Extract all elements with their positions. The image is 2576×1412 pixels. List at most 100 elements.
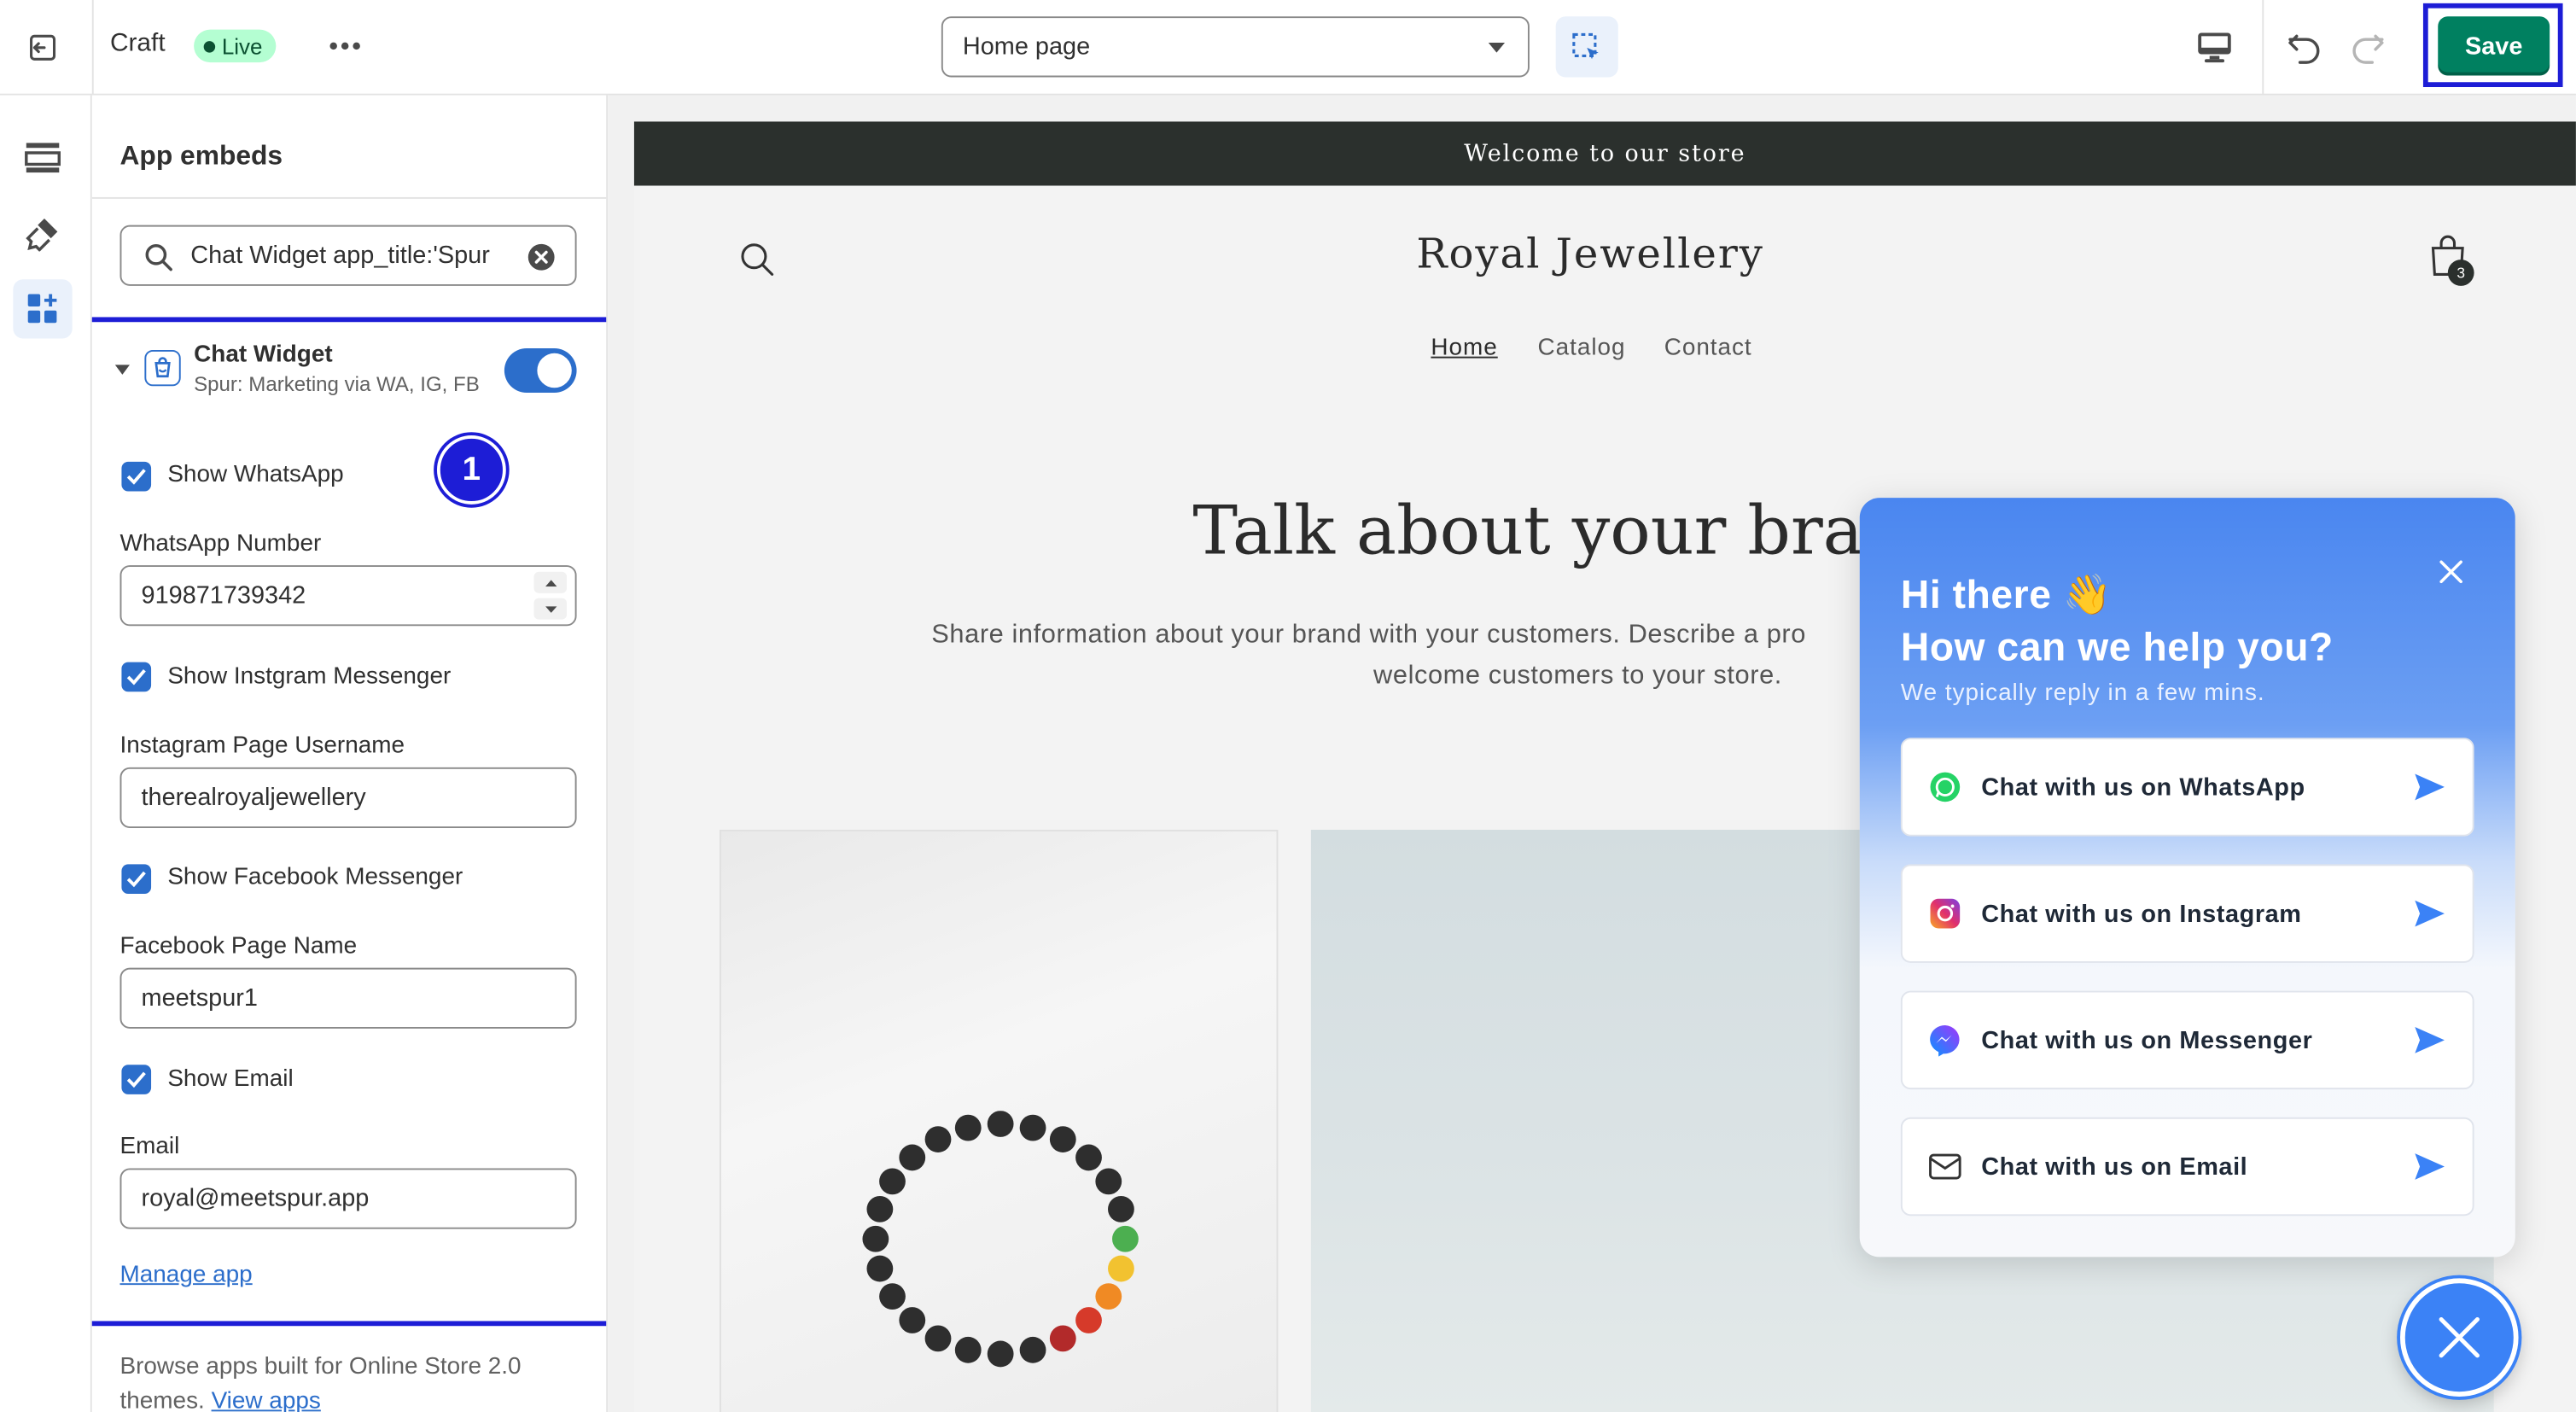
instagram-username-input[interactable]: therealroyaljewellery <box>119 767 577 829</box>
page-select-value: Home page <box>962 32 1091 61</box>
sections-icon[interactable] <box>13 128 72 187</box>
status-dot-icon <box>203 40 216 52</box>
desktop-preview-icon[interactable] <box>2192 26 2238 69</box>
show-instagram-checkbox[interactable] <box>121 662 152 692</box>
search-input[interactable]: Chat Widget app_title:'Spur <box>119 225 577 286</box>
app-name: Chat Widget <box>194 341 333 369</box>
whatsapp-number-input[interactable]: 919871739342 <box>119 565 577 627</box>
bead <box>924 1325 952 1352</box>
bead <box>954 1336 982 1363</box>
chat-instagram-label: Chat with us on Instagram <box>1981 899 2302 928</box>
widget-launcher-button[interactable] <box>2399 1278 2519 1397</box>
left-rail <box>0 95 92 1412</box>
undo-icon[interactable] <box>2282 25 2328 71</box>
theme-name: Craft <box>109 29 166 58</box>
bead <box>1075 1307 1102 1333</box>
page-select[interactable]: Home page <box>941 16 1530 78</box>
exit-icon[interactable] <box>23 28 62 67</box>
chat-whatsapp-label: Chat with us on WhatsApp <box>1981 773 2305 802</box>
send-icon <box>2415 900 2445 927</box>
live-badge: Live <box>194 29 276 63</box>
select-cursor-icon <box>1572 32 1599 59</box>
email-input[interactable]: royal@meetspur.app <box>119 1168 577 1229</box>
divider <box>91 0 94 96</box>
hero-body-line-1: Share information about your brand with … <box>931 621 1806 650</box>
chat-widget: Hi there 👋 How can we help you? We typic… <box>1859 498 2515 1257</box>
step-up-icon[interactable] <box>533 571 568 593</box>
chat-email-label: Chat with us on Email <box>1981 1152 2248 1181</box>
collapse-icon[interactable] <box>114 365 131 375</box>
view-apps-link[interactable]: View apps <box>212 1388 321 1412</box>
show-whatsapp-checkbox[interactable] <box>121 461 152 492</box>
facebook-page-input[interactable]: meetspur1 <box>119 967 577 1029</box>
app-enabled-toggle[interactable] <box>504 348 577 394</box>
show-email-label: Show Email <box>167 1066 294 1093</box>
inspector-button[interactable] <box>1555 16 1618 78</box>
product-image-bracelet[interactable] <box>720 829 1279 1412</box>
widget-reply-time: We typically reply in a few mins. <box>1900 680 2265 707</box>
nav-home[interactable]: Home <box>1431 335 1497 362</box>
chat-instagram-button[interactable]: Chat with us on Instagram <box>1900 864 2474 963</box>
messenger-icon <box>1929 1024 1961 1057</box>
hero-body-line-2: welcome customers to your store. <box>1373 662 1782 691</box>
theme-settings-icon[interactable] <box>13 204 72 263</box>
email-icon <box>1929 1150 1961 1182</box>
show-facebook-checkbox[interactable] <box>121 864 152 895</box>
send-icon <box>2415 1153 2445 1180</box>
clear-icon[interactable] <box>527 243 556 271</box>
whatsapp-number-value: 919871739342 <box>141 581 306 610</box>
nav-contact[interactable]: Contact <box>1664 335 1752 362</box>
more-icon[interactable] <box>325 26 364 66</box>
chat-messenger-label: Chat with us on Messenger <box>1981 1025 2313 1054</box>
manage-app-link[interactable]: Manage app <box>120 1262 253 1288</box>
bead <box>899 1144 926 1171</box>
bead <box>1112 1225 1139 1252</box>
store-name[interactable]: Royal Jewellery <box>634 230 2546 277</box>
chat-whatsapp-button[interactable]: Chat with us on WhatsApp <box>1900 738 2474 837</box>
chat-email-button[interactable]: Chat with us on Email <box>1900 1117 2474 1217</box>
app-embeds-panel: App embeds Chat Widget app_title:'Spur C… <box>91 95 609 1412</box>
bead <box>924 1126 952 1152</box>
cart-icon[interactable]: 3 <box>2428 233 2478 289</box>
instagram-username-label: Instagram Page Username <box>119 732 405 760</box>
toggle-knob <box>537 353 572 388</box>
bead <box>987 1340 1014 1368</box>
bead <box>899 1307 926 1333</box>
save-button[interactable]: Save <box>2438 16 2550 76</box>
facebook-page-value: meetspur1 <box>141 983 258 1012</box>
footer-text: Browse apps built for Online Store 2.0 t… <box>120 1351 564 1412</box>
store-preview: Welcome to our store Royal Jewellery 3 H… <box>608 95 2576 1412</box>
instagram-icon <box>1929 897 1961 930</box>
bead <box>1075 1144 1102 1171</box>
widget-question: How can we help you? <box>1900 626 2334 671</box>
widget-greeting: Hi there 👋 <box>1900 573 2113 618</box>
step-down-icon[interactable] <box>533 598 568 620</box>
chat-messenger-button[interactable]: Chat with us on Messenger <box>1900 990 2474 1090</box>
close-icon <box>2439 1317 2480 1358</box>
search-value: Chat Widget app_title:'Spur <box>190 241 490 270</box>
email-label: Email <box>119 1134 180 1160</box>
show-email-checkbox[interactable] <box>121 1065 152 1094</box>
bead <box>1095 1168 1122 1195</box>
nav-catalog[interactable]: Catalog <box>1538 335 1626 362</box>
bead <box>1108 1255 1134 1282</box>
send-icon <box>2415 1026 2445 1053</box>
show-instagram-label: Show Instgram Messenger <box>167 663 452 691</box>
send-icon <box>2415 773 2445 801</box>
show-facebook-label: Show Facebook Messenger <box>167 864 463 891</box>
redo-icon[interactable] <box>2345 25 2391 71</box>
hero-headline: Talk about your bra <box>1192 491 1863 570</box>
widget-close-icon[interactable] <box>2439 560 2462 584</box>
bead <box>879 1168 906 1195</box>
whatsapp-number-label: WhatsApp Number <box>119 530 322 557</box>
number-stepper[interactable] <box>533 571 568 620</box>
app-embeds-icon[interactable] <box>13 279 73 339</box>
bead <box>1095 1283 1122 1310</box>
bead <box>1019 1114 1046 1141</box>
bead <box>987 1111 1014 1137</box>
live-badge-label: Live <box>221 33 263 59</box>
bracelet-image <box>862 1111 1139 1368</box>
bead <box>1049 1126 1076 1152</box>
search-icon <box>145 244 172 271</box>
bead <box>866 1255 894 1282</box>
